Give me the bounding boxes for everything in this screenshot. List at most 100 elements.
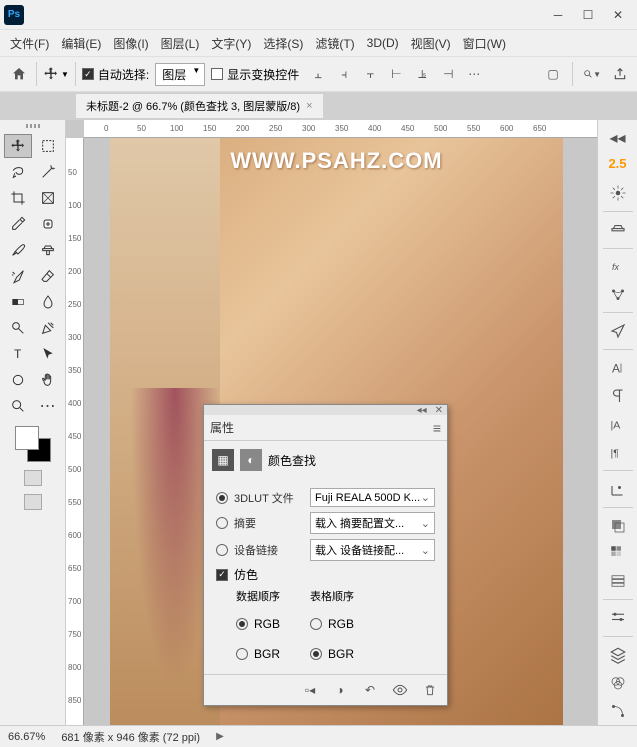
screen-mode-button[interactable] [24,494,42,510]
zoom-level[interactable]: 66.67% [8,731,45,743]
paths-icon[interactable] [604,700,632,722]
move-tool[interactable] [4,134,32,158]
color-swatch[interactable] [15,426,51,462]
lut-radio[interactable] [216,492,228,504]
menu-view[interactable]: 视图(V) [405,31,457,56]
pen-tool[interactable] [34,316,62,340]
menu-edit[interactable]: 编辑(E) [55,31,107,56]
eraser-tool[interactable] [34,264,62,288]
home-icon[interactable] [8,63,30,85]
lasso-tool[interactable] [4,160,32,184]
crop-tool[interactable] [4,186,32,210]
paragraph-icon[interactable] [604,385,632,407]
swatches-icon[interactable] [604,543,632,565]
device-dropdown[interactable]: 载入 设备链接配... [310,539,435,561]
type-tool[interactable]: T [4,342,32,366]
align-bottom-icon[interactable]: ⫟ [361,65,379,83]
path-select-tool[interactable] [34,342,62,366]
abstract-radio[interactable] [216,517,228,529]
3d-mode-icon[interactable]: ▢ [544,65,562,83]
zoom-tool[interactable] [4,394,32,418]
ruler-vertical[interactable]: 50 100 150 200 250 300 350 400 450 500 5… [66,138,84,725]
data-bgr-radio[interactable] [236,648,248,660]
blur-tool[interactable] [34,290,62,314]
clip-icon[interactable]: ▫◂ [301,681,319,699]
info-icon[interactable] [604,478,632,500]
marquee-tool[interactable] [34,134,62,158]
navigator-icon[interactable] [604,320,632,342]
standard-mode-button[interactable] [24,470,42,486]
gradient-tool[interactable] [4,290,32,314]
brush-tool[interactable] [4,238,32,262]
maximize-button[interactable]: ☐ [573,3,603,27]
para-styles-icon[interactable]: |¶ [604,441,632,463]
properties-tab[interactable]: 属性 [210,419,234,436]
close-button[interactable]: ✕ [603,3,633,27]
healing-tool[interactable] [34,212,62,236]
visibility-icon[interactable] [391,681,409,699]
document-dimensions[interactable]: 681 像素 x 946 像素 (72 ppi) [61,729,200,745]
hand-tool[interactable] [34,368,62,392]
collapse-icon[interactable]: ◂◂ [417,405,427,416]
menu-select[interactable]: 选择(S) [257,31,309,56]
auto-select-checkbox[interactable]: 自动选择: [82,66,149,83]
close-panel-icon[interactable]: ✕ [435,405,443,416]
lut-dropdown[interactable]: Fuji REALA 500D K... [310,488,435,507]
prev-state-icon[interactable]: ◑ [331,681,349,699]
layers-icon[interactable] [604,644,632,666]
shape-tool[interactable] [4,368,32,392]
magic-wand-tool[interactable] [34,160,62,184]
grid-icon[interactable]: ▦ [212,449,234,471]
glyphs-icon[interactable] [604,284,632,306]
channels-icon[interactable] [604,672,632,694]
menu-layer[interactable]: 图层(L) [155,31,206,56]
table-bgr-radio[interactable] [310,648,322,660]
character-icon[interactable]: A [604,357,632,379]
char-styles-icon[interactable]: |A [604,413,632,435]
status-menu-icon[interactable]: ▶ [216,731,224,742]
align-vcenter-icon[interactable]: ⫞ [335,65,353,83]
document-tab[interactable]: 未标题-2 @ 66.7% (颜色查找 3, 图层蒙版/8) × [76,94,323,118]
brush-size-value[interactable]: 2.5 [608,156,626,171]
align-right-icon[interactable]: ⊣ [439,65,457,83]
layer-dropdown[interactable]: 图层 [155,63,205,86]
clone-source-icon[interactable] [604,219,632,241]
history-icon[interactable] [604,570,632,592]
close-tab-icon[interactable]: × [306,100,312,112]
show-transform-checkbox[interactable]: 显示变换控件 [211,66,299,83]
ruler-horizontal[interactable]: 0 50 100 150 200 250 300 350 400 450 500… [84,120,597,138]
frame-tool[interactable] [34,186,62,210]
eyedropper-tool[interactable] [4,212,32,236]
dither-checkbox[interactable] [216,569,228,581]
clone-stamp-tool[interactable] [34,238,62,262]
properties-icon[interactable] [604,607,632,629]
edit-toolbar[interactable]: ⋯ [34,394,62,418]
menu-window[interactable]: 窗口(W) [457,31,512,56]
foreground-color[interactable] [15,426,39,450]
panel-grip-icon[interactable] [13,124,53,130]
mask-icon[interactable]: ◐ [240,449,262,471]
delete-icon[interactable] [421,681,439,699]
styles-icon[interactable]: fx [604,256,632,278]
minimize-button[interactable]: ─ [543,3,573,27]
abstract-dropdown[interactable]: 载入 摘要配置文... [310,512,435,534]
align-top-icon[interactable]: ⫠ [309,65,327,83]
data-rgb-radio[interactable] [236,618,248,630]
menu-3d[interactable]: 3D(D) [361,32,405,54]
expand-panels-icon[interactable]: ◂◂ [604,127,632,149]
history-brush-tool[interactable] [4,264,32,288]
device-radio[interactable] [216,544,228,556]
dodge-tool[interactable] [4,316,32,340]
align-hcenter-icon[interactable]: ⫡ [413,65,431,83]
more-icon[interactable]: ⋯ [465,65,483,83]
menu-image[interactable]: 图像(I) [107,31,154,56]
table-rgb-radio[interactable] [310,618,322,630]
brush-preset-icon[interactable] [604,182,632,204]
menu-type[interactable]: 文字(Y) [205,31,257,56]
reset-icon[interactable]: ↶ [361,681,379,699]
search-icon[interactable]: ▼ [583,65,601,83]
panel-menu-icon[interactable]: ≡ [433,420,441,436]
menu-filter[interactable]: 滤镜(T) [309,31,360,56]
align-left-icon[interactable]: ⊢ [387,65,405,83]
menu-file[interactable]: 文件(F) [4,31,55,56]
